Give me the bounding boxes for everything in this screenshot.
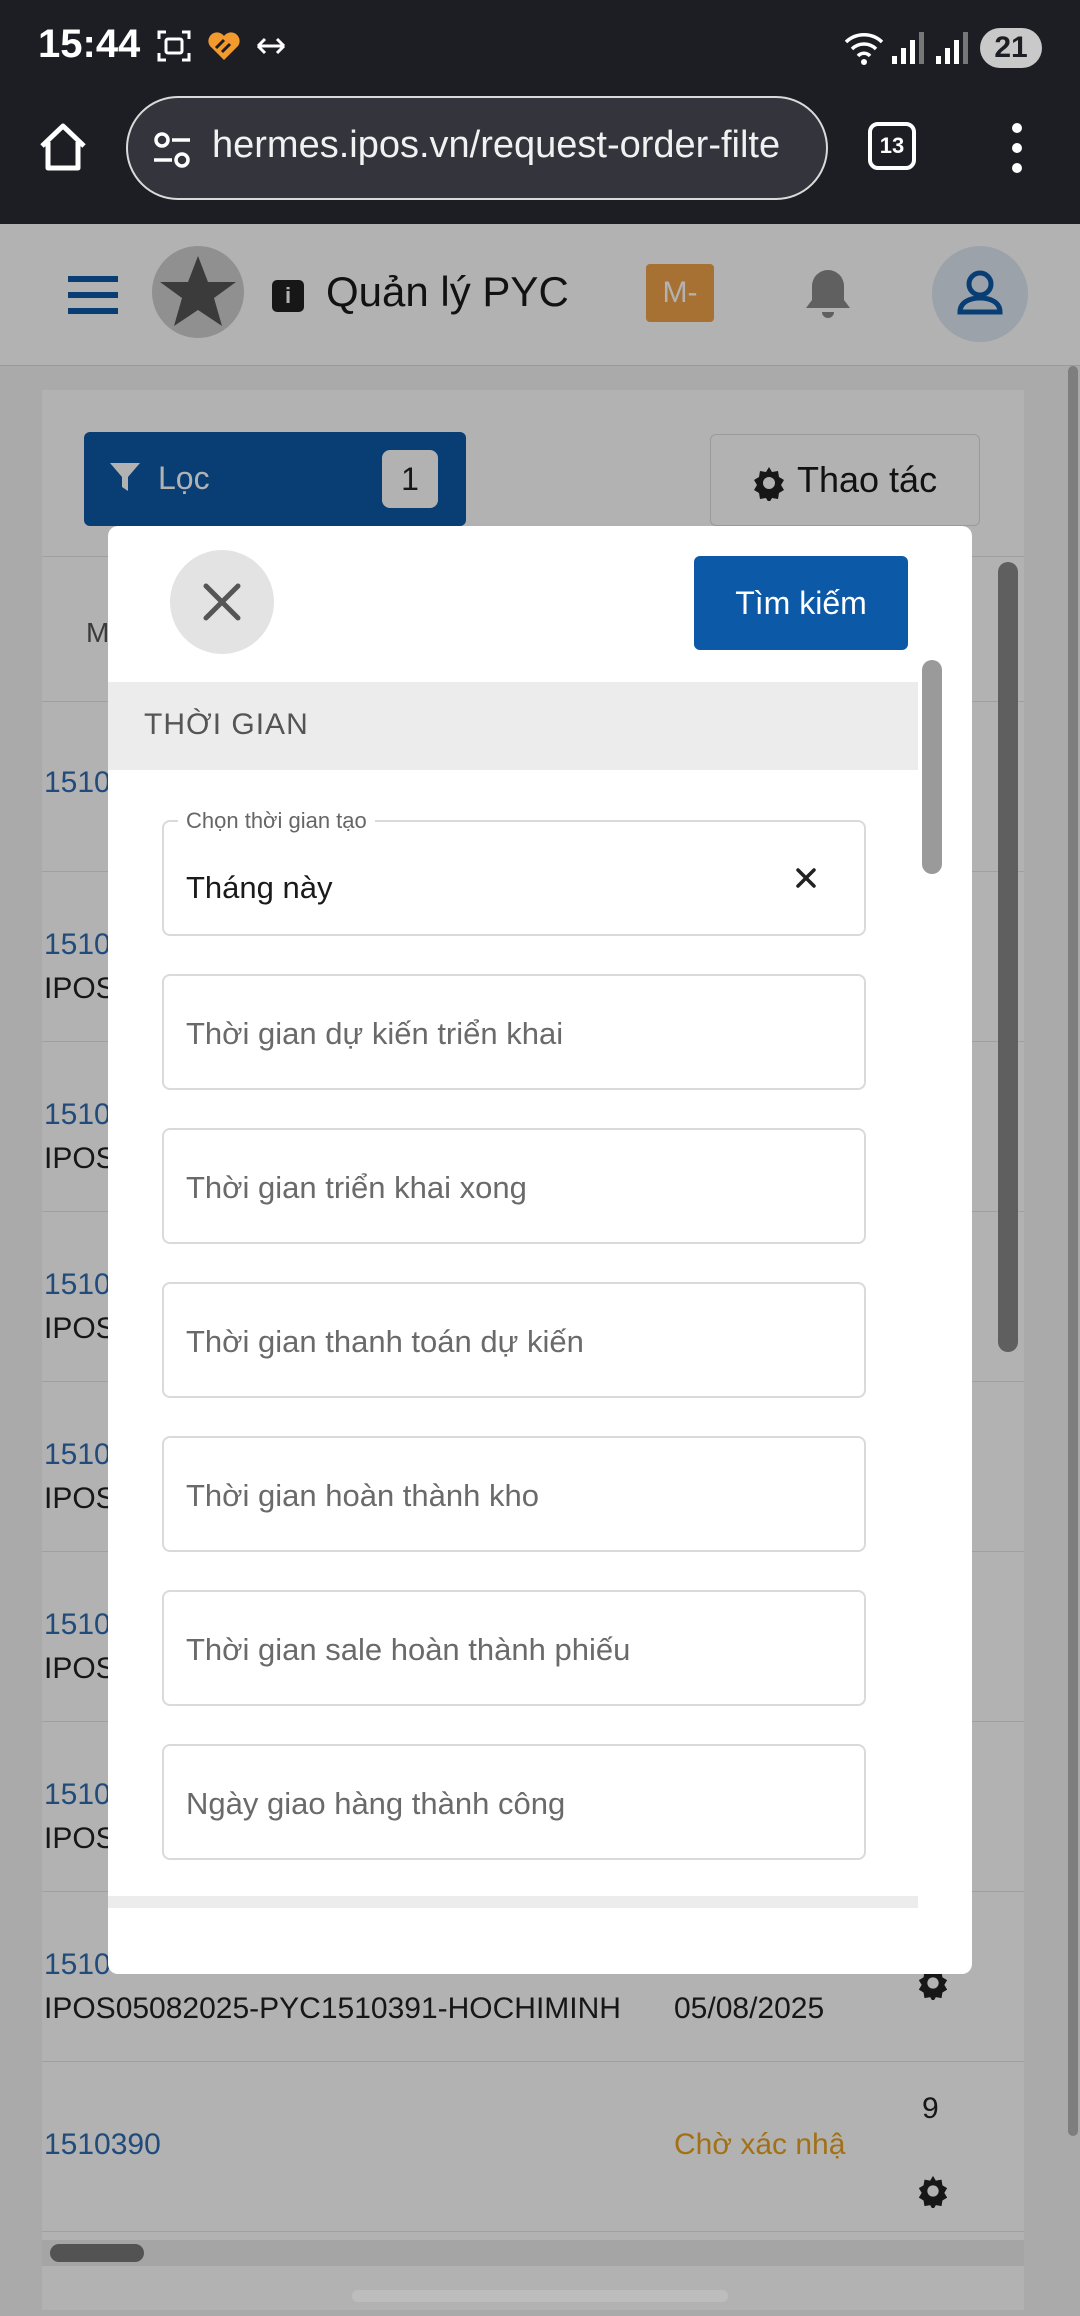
modal-scroll-thumb[interactable] — [922, 660, 942, 874]
signal-icon — [890, 28, 924, 73]
expected-deploy-time-field[interactable]: Thời gian dự kiến triển khai — [162, 974, 866, 1090]
clear-icon[interactable] — [792, 864, 820, 897]
url-text: hermes.ipos.vn/request-order-filte — [212, 124, 781, 166]
sale-complete-time-field[interactable]: Thời gian sale hoàn thành phiếu — [162, 1590, 866, 1706]
deploy-done-time-field[interactable]: Thời gian triển khai xong — [162, 1128, 866, 1244]
created-time-select[interactable]: Chọn thời gian tạo Tháng này — [162, 808, 866, 936]
wifi-icon — [842, 28, 886, 73]
field-placeholder: Thời gian sale hoàn thành phiếu — [186, 1632, 631, 1667]
home-icon[interactable] — [36, 120, 90, 179]
field-placeholder: Thời gian hoàn thành kho — [186, 1478, 539, 1513]
heart-app-icon — [206, 28, 242, 69]
battery-indicator: 21 — [980, 28, 1042, 68]
search-button[interactable]: Tìm kiếm — [694, 556, 908, 650]
section-header: THỜI GIAN — [108, 682, 918, 770]
more-vert-icon[interactable] — [1006, 120, 1028, 181]
data-saver-icon — [256, 28, 286, 69]
field-placeholder: Ngày giao hàng thành công — [186, 1786, 566, 1821]
modal-horizontal-scrollbar[interactable] — [108, 1896, 918, 1908]
status-bar: 15:44 21 — [0, 0, 1080, 96]
browser-bar: hermes.ipos.vn/request-order-filte 13 — [0, 96, 1080, 224]
filter-modal: Tìm kiếm THỜI GIAN Chọn thời gian tạo Th… — [108, 526, 972, 1974]
expected-payment-time-field[interactable]: Thời gian thanh toán dự kiến — [162, 1282, 866, 1398]
field-placeholder: Thời gian dự kiến triển khai — [186, 1016, 564, 1051]
signal-icon-2 — [934, 28, 968, 73]
delivery-success-date-field[interactable]: Ngày giao hàng thành công — [162, 1744, 866, 1860]
warehouse-done-time-field[interactable]: Thời gian hoàn thành kho — [162, 1436, 866, 1552]
close-icon — [203, 583, 241, 621]
address-bar[interactable]: hermes.ipos.vn/request-order-filte — [126, 96, 828, 200]
site-settings-icon[interactable] — [150, 128, 194, 177]
field-placeholder: Thời gian thanh toán dự kiến — [186, 1324, 584, 1359]
section-title: THỜI GIAN — [144, 708, 309, 741]
close-button[interactable] — [170, 550, 274, 654]
created-time-label: Chọn thời gian tạo — [178, 808, 375, 834]
tab-switcher-button[interactable]: 13 — [868, 122, 916, 170]
gesture-nav-bar[interactable] — [352, 2290, 728, 2302]
field-placeholder: Thời gian triển khai xong — [186, 1170, 527, 1205]
created-time-value: Tháng này — [186, 870, 333, 905]
screenshot-icon — [156, 28, 192, 69]
status-time: 15:44 — [38, 22, 141, 66]
